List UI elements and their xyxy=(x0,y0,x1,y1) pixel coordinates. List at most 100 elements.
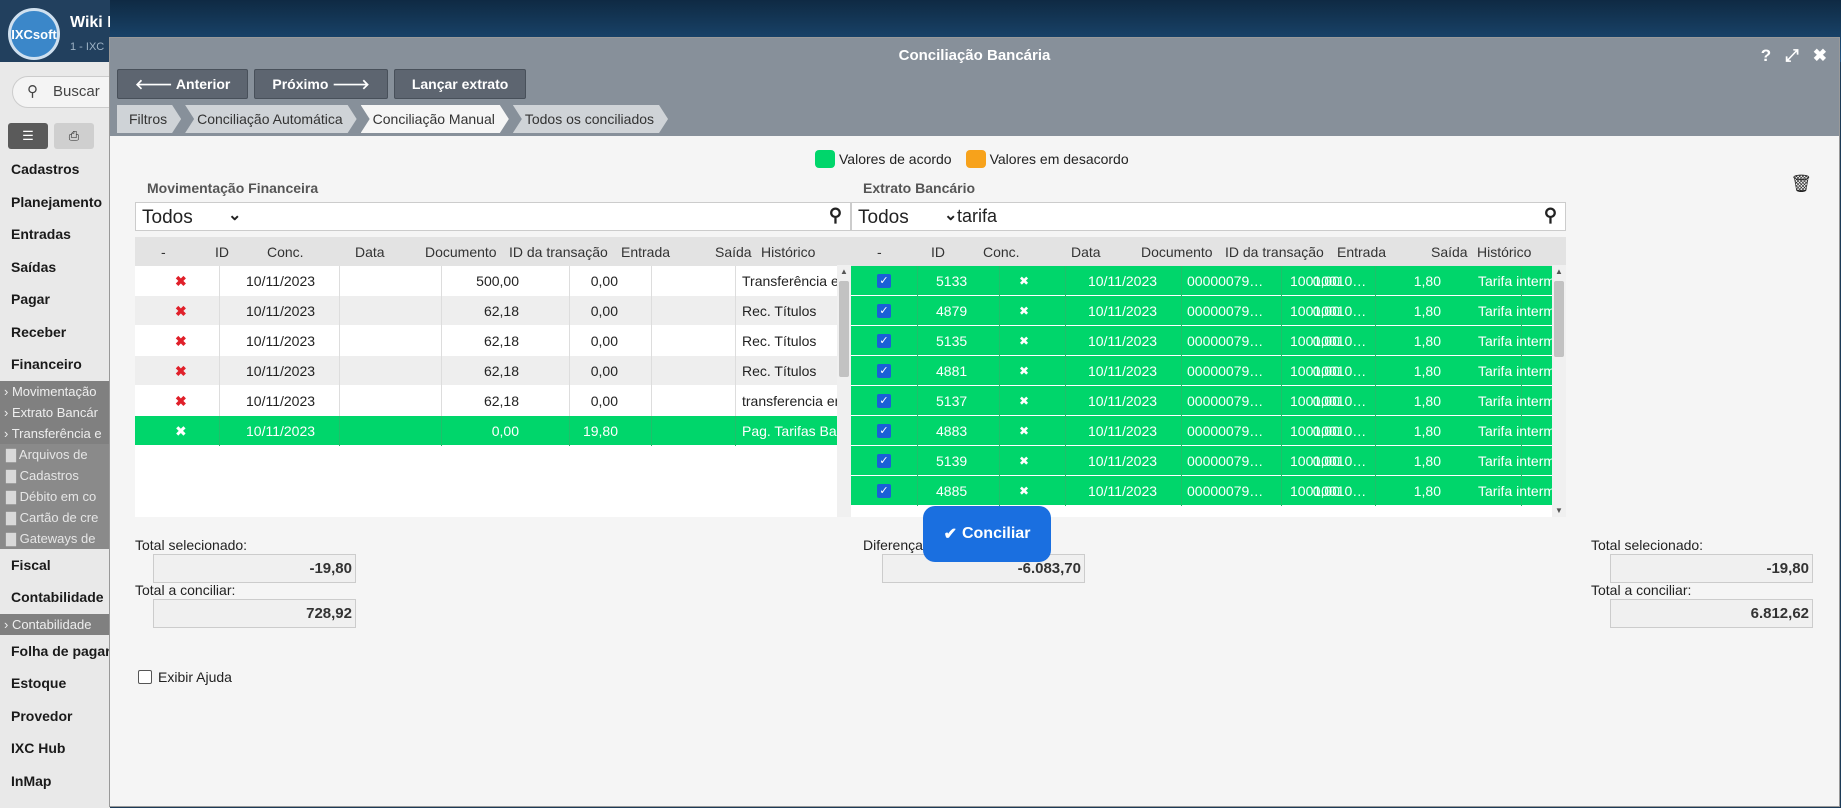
column-header[interactable]: Conc. xyxy=(267,244,304,260)
table-row[interactable]: ✓ 5133 ✖ 10/11/2023 00000079… 10010010… 0,00 1,… xyxy=(851,266,1566,296)
conc-icon[interactable]: ✖ xyxy=(1019,274,1029,288)
table-row[interactable]: ✓ 4881 ✖ 10/11/2023 00000079… 10010010… 0,00 1,… xyxy=(851,356,1566,386)
table-row[interactable]: ✓ 5137 ✖ 10/11/2023 00000079… 10010010… 0,00 1,… xyxy=(851,386,1566,416)
sidebar-item[interactable]: › Transferência e xyxy=(0,422,110,444)
conc-icon[interactable]: ✖ xyxy=(1019,304,1029,318)
sidebar-item[interactable]: ▇ Arquivos de xyxy=(0,443,110,465)
table-row[interactable]: ✖ 10/11/2023 62,18 0,00 Rec. Títulos xyxy=(135,296,851,326)
remove-icon[interactable]: ✖ xyxy=(175,363,187,380)
sidebar-item[interactable]: ▇ Débito em co xyxy=(0,485,110,507)
row-checkbox[interactable]: ✓ xyxy=(877,304,891,318)
wizard-step[interactable]: Conciliação Manual xyxy=(361,105,509,133)
row-checkbox[interactable]: ✓ xyxy=(877,334,891,348)
left-scrollbar[interactable]: ▲ xyxy=(837,265,851,517)
table-row[interactable]: ✓ 4883 ✖ 10/11/2023 00000079… 10010010… 0,00 1,… xyxy=(851,416,1566,446)
table-row[interactable]: ✖ 10/11/2023 62,18 0,00 Rec. Títulos xyxy=(135,326,851,356)
sidebar-item[interactable]: Pagar xyxy=(0,283,110,316)
table-row[interactable]: ✓ 4879 ✖ 10/11/2023 00000079… 10010010… 0,00 1,… xyxy=(851,296,1566,326)
previous-button[interactable]: 🡐 Anterior xyxy=(117,69,249,99)
chevron-down-icon[interactable]: ⌄ xyxy=(944,205,957,225)
scroll-down-icon[interactable]: ▼ xyxy=(1555,506,1563,515)
sidebar-item[interactable]: Receber xyxy=(0,316,110,349)
right-search-icon[interactable]: ⚲ xyxy=(1544,205,1557,226)
table-row[interactable]: ✖ 10/11/2023 0,00 19,80 Pag. Tarifas Bancári… xyxy=(135,416,851,446)
sidebar-item[interactable]: ▇ Cartão de cre xyxy=(0,506,110,528)
left-filter-select[interactable]: Todos xyxy=(142,207,193,229)
row-checkbox[interactable]: ✓ xyxy=(877,424,891,438)
column-header[interactable]: Histórico xyxy=(1477,244,1531,260)
trash-icon[interactable]: 🗑 xyxy=(1790,174,1812,194)
table-row[interactable]: ✖ 10/11/2023 62,18 0,00 Rec. Títulos xyxy=(135,356,851,386)
conc-icon[interactable]: ✖ xyxy=(1019,484,1029,498)
sidebar-item[interactable]: Suporte xyxy=(0,797,110,808)
scroll-up-icon[interactable]: ▲ xyxy=(1555,267,1563,276)
wizard-step[interactable]: Conciliação Automática xyxy=(185,105,357,133)
show-help-toggle[interactable]: Exibir Ajuda xyxy=(138,669,232,685)
list-tab-icon[interactable]: ☰ xyxy=(8,123,48,149)
column-header[interactable]: Documento xyxy=(1141,244,1213,260)
launch-statement-button[interactable]: Lançar extrato xyxy=(393,69,527,99)
sidebar-item[interactable]: InMap xyxy=(0,765,110,798)
right-scrollbar[interactable]: ▲ ▼ xyxy=(1552,265,1566,517)
wizard-step[interactable]: Todos os conciliados xyxy=(513,105,668,133)
sidebar-item[interactable]: › Movimentação xyxy=(0,380,110,402)
column-header[interactable]: Histórico xyxy=(761,244,815,260)
conc-icon[interactable]: ✖ xyxy=(1019,394,1029,408)
conc-icon[interactable]: ✖ xyxy=(1019,454,1029,468)
chevron-down-icon[interactable]: ⌄ xyxy=(228,205,241,225)
sidebar-item[interactable]: Contabilidade xyxy=(0,581,110,614)
table-row[interactable]: ✓ 5139 ✖ 10/11/2023 00000079… 10010010… 0,00 1,… xyxy=(851,446,1566,476)
sidebar-item[interactable]: IXC Hub xyxy=(0,732,110,765)
row-checkbox[interactable]: ✓ xyxy=(877,454,891,468)
column-header[interactable]: Entrada xyxy=(621,244,670,260)
column-header[interactable]: - xyxy=(877,244,882,260)
sidebar-item[interactable]: Estoque xyxy=(0,667,110,700)
column-header[interactable]: ID da transação xyxy=(1225,244,1324,260)
column-header[interactable]: Documento xyxy=(425,244,497,260)
row-checkbox[interactable]: ✓ xyxy=(877,364,891,378)
next-button[interactable]: Próximo 🡒 xyxy=(254,69,388,99)
show-help-checkbox[interactable] xyxy=(138,670,152,684)
sidebar-item[interactable]: Folha de pagar xyxy=(0,635,110,668)
sidebar-item[interactable]: Financeiro xyxy=(0,348,110,381)
remove-icon[interactable]: ✖ xyxy=(175,333,187,350)
column-header[interactable]: Data xyxy=(1071,244,1101,260)
sidebar-item[interactable]: ▇ Cadastros xyxy=(0,464,110,486)
scroll-thumb[interactable] xyxy=(839,281,849,377)
conc-icon[interactable]: ✖ xyxy=(1019,334,1029,348)
remove-icon[interactable]: ✖ xyxy=(175,273,187,290)
app-logo[interactable]: IXCsoft xyxy=(8,8,60,60)
column-header[interactable]: ID xyxy=(931,244,945,260)
reconcile-button[interactable]: ✔ Conciliar xyxy=(923,506,1051,562)
column-header[interactable]: Entrada xyxy=(1337,244,1386,260)
column-header[interactable]: Data xyxy=(355,244,385,260)
sidebar-item[interactable]: › Contabilidade xyxy=(0,613,110,635)
print-tab-icon[interactable]: ⎙ xyxy=(54,123,94,149)
row-checkbox[interactable]: ✓ xyxy=(877,274,891,288)
remove-icon[interactable]: ✖ xyxy=(175,393,187,410)
sidebar-item[interactable]: Cadastros xyxy=(0,153,110,186)
column-header[interactable]: Saída xyxy=(1431,244,1468,260)
column-header[interactable]: ID da transação xyxy=(509,244,608,260)
help-icon[interactable]: ? xyxy=(1761,46,1771,66)
remove-icon[interactable]: ✖ xyxy=(175,303,187,320)
column-header[interactable]: Conc. xyxy=(983,244,1020,260)
right-filter-select[interactable]: Todos xyxy=(858,207,909,229)
sidebar-item[interactable]: Provedor xyxy=(0,700,110,733)
conc-icon[interactable]: ✖ xyxy=(1019,364,1029,378)
table-row[interactable]: ✖ 10/11/2023 500,00 0,00 Transferência entre… xyxy=(135,266,851,296)
scroll-thumb[interactable] xyxy=(1554,281,1564,357)
sidebar-item[interactable]: Planejamento xyxy=(0,186,110,219)
scroll-up-icon[interactable]: ▲ xyxy=(840,267,848,276)
left-search-icon[interactable]: ⚲ xyxy=(829,205,842,226)
sidebar-item[interactable]: ▇ Gateways de xyxy=(0,527,110,549)
row-checkbox[interactable]: ✓ xyxy=(877,394,891,408)
table-row[interactable]: ✓ 4885 ✖ 10/11/2023 00000079… 10010010… 0,00 1,… xyxy=(851,476,1566,506)
table-row[interactable]: ✖ 10/11/2023 62,18 0,00 transferencia entre … xyxy=(135,386,851,416)
table-row[interactable]: ✓ 5135 ✖ 10/11/2023 00000079… 10010010… 0,00 1,… xyxy=(851,326,1566,356)
expand-icon[interactable]: ⤢ xyxy=(1785,46,1799,66)
close-icon[interactable]: ✖ xyxy=(1813,46,1827,66)
sidebar-item[interactable]: Fiscal xyxy=(0,549,110,582)
column-header[interactable]: - xyxy=(161,244,166,260)
wizard-step[interactable]: Filtros xyxy=(117,105,181,133)
